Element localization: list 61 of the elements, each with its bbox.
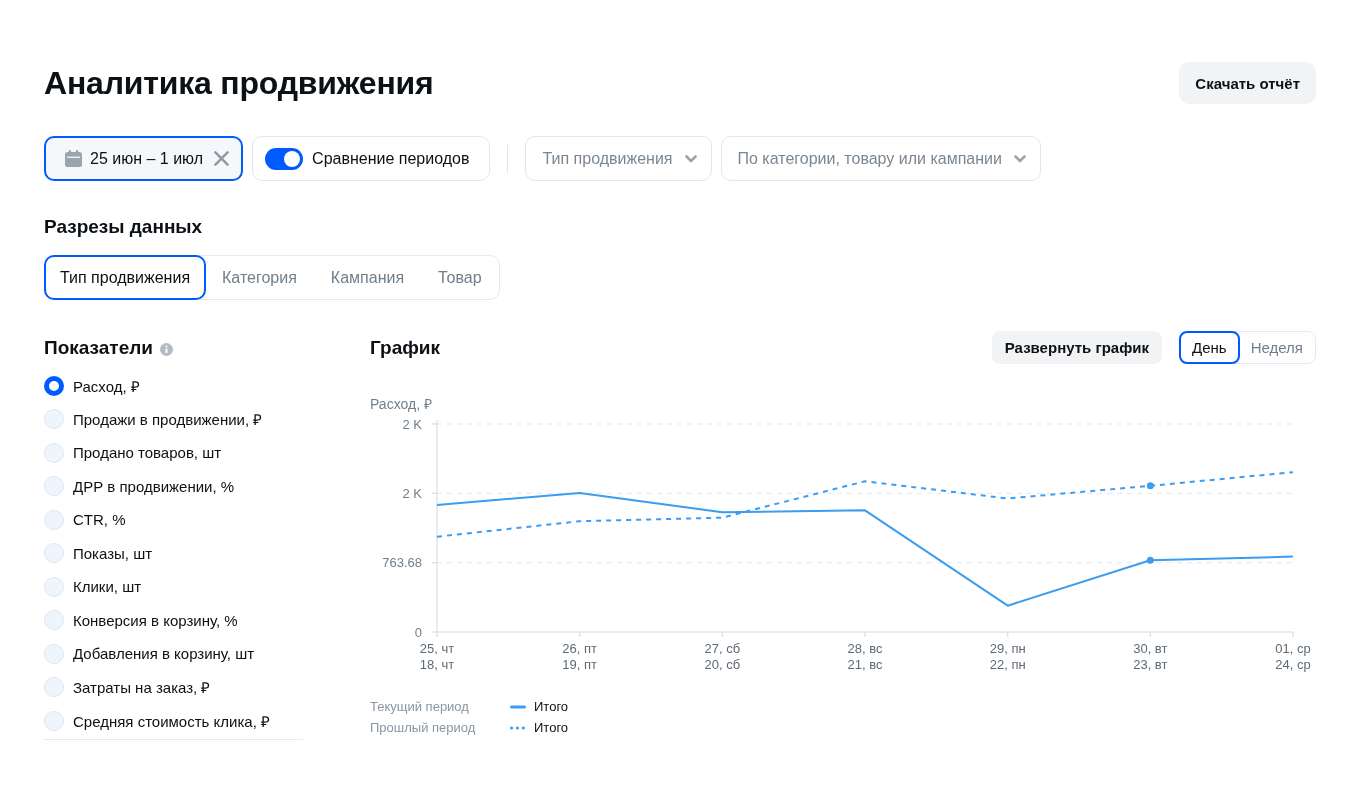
- x-tick-label: 22, пн: [989, 657, 1026, 672]
- y-tick-label: 763.68: [382, 555, 422, 571]
- data-point-marker: [1146, 482, 1154, 490]
- expand-chart-button[interactable]: Развернуть график: [991, 331, 1163, 364]
- legend-group-label: Прошлый период: [370, 720, 477, 735]
- tab[interactable]: Неделя: [1237, 331, 1316, 364]
- section-title: Показатели: [44, 335, 153, 360]
- x-tick-label: 24, ср: [1275, 657, 1311, 672]
- section-title: Разрезы данных: [44, 215, 203, 239]
- dropdown[interactable]: По категории, товару или кампании: [720, 136, 1041, 181]
- metric-label[interactable]: CTR, %: [73, 511, 126, 529]
- info-icon: [159, 342, 173, 356]
- x-tick-label: 18, чт: [419, 657, 455, 672]
- x-tick-label: 27, сб: [704, 641, 741, 656]
- page-title: Аналитика продвижения: [44, 64, 434, 103]
- x-tick-label: 25, чт: [419, 641, 455, 656]
- x-tick-label: 30, вт: [1133, 641, 1168, 656]
- toggle-switch[interactable]: [265, 147, 304, 170]
- data-point-marker: [1146, 556, 1154, 564]
- metric-label[interactable]: Затраты на заказ, ₽: [73, 677, 211, 698]
- date-range-value: 25 июн – 1 июл: [90, 149, 204, 168]
- legend-label: Итого: [534, 699, 569, 714]
- calendar-icon: [65, 150, 82, 167]
- x-tick-label: 28, вс: [847, 641, 883, 656]
- legend-group-label: Текущий период: [370, 699, 470, 714]
- tab[interactable]: Товар: [420, 255, 500, 300]
- y-tick-label: 0: [414, 624, 422, 640]
- x-tick-label: 26, пт: [562, 641, 597, 656]
- metric-label[interactable]: Клики, шт: [73, 578, 142, 596]
- radio-button[interactable]: [44, 375, 64, 396]
- y-axis-title: Расход, ₽: [370, 396, 432, 412]
- metric-label[interactable]: Расход, ₽: [73, 375, 140, 396]
- chart-title: График: [370, 335, 441, 360]
- date-range-chip[interactable]: 25 июн – 1 июл: [44, 136, 244, 181]
- metric-label[interactable]: ДРР в продвижении, %: [73, 477, 235, 495]
- metric-label[interactable]: Продажи в продвижении, ₽: [73, 409, 263, 430]
- legend-label: Итого: [534, 720, 569, 735]
- metric-label[interactable]: Средняя стоимость клика, ₽: [73, 710, 270, 731]
- clear-button[interactable]: [211, 148, 232, 169]
- tab[interactable]: Кампания: [312, 255, 423, 300]
- chevron-down-icon: [1013, 154, 1026, 163]
- metric-label[interactable]: Показы, шт: [73, 544, 153, 562]
- dropdown[interactable]: Тип продвижения: [525, 136, 712, 181]
- x-tick-label: 01, ср: [1275, 641, 1311, 656]
- tab[interactable]: Тип продвижения: [44, 255, 207, 300]
- close-icon: [213, 151, 229, 166]
- x-tick-label: 23, вт: [1133, 657, 1168, 672]
- download-report-button[interactable]: Скачать отчёт: [1179, 62, 1316, 104]
- tab[interactable]: Категория: [204, 255, 315, 300]
- metric-label[interactable]: Продано товаров, шт: [73, 444, 222, 462]
- metric-label[interactable]: Конверсия в корзину, %: [73, 611, 238, 629]
- x-tick-label: 29, пн: [989, 641, 1026, 656]
- metric-label[interactable]: Добавления в корзину, шт: [73, 645, 255, 663]
- y-tick-label: 2 K: [402, 485, 422, 501]
- comparison-toggle[interactable]: Сравнение периодов: [252, 136, 491, 181]
- tab[interactable]: День: [1179, 331, 1240, 364]
- x-tick-label: 21, вс: [847, 657, 883, 672]
- y-tick-label: 2 K: [402, 416, 422, 432]
- x-tick-label: 20, сб: [704, 657, 741, 672]
- x-tick-label: 19, пт: [562, 657, 597, 672]
- chevron-down-icon: [684, 154, 697, 163]
